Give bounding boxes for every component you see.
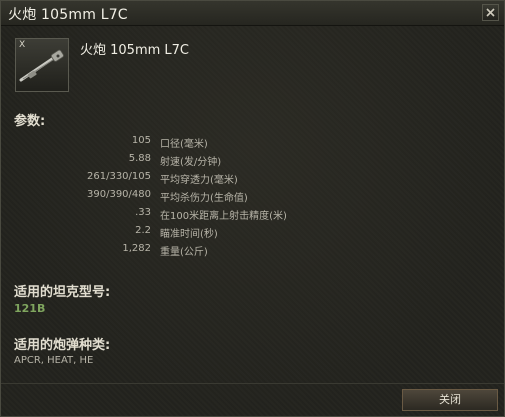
close-window-button[interactable] (482, 4, 499, 21)
window-title: 火炮 105mm L7C (8, 7, 128, 23)
param-value: 2.2 (135, 225, 151, 236)
module-icon-box: X (15, 38, 69, 92)
param-name: 重量(公斤) (160, 247, 208, 258)
param-row: 1,282 重量(公斤) (1, 241, 505, 259)
compatible-ammo-list: APCR, HEAT, HE (14, 355, 94, 366)
compatible-ammo-heading: 适用的炮弹种类: (14, 338, 111, 353)
param-name: 口径(毫米) (160, 139, 208, 150)
title-bar[interactable]: 火炮 105mm L7C (1, 1, 504, 26)
param-value: 5.88 (128, 153, 151, 164)
param-name: 平均杀伤力(生命值) (160, 193, 248, 204)
compatible-tanks-heading: 适用的坦克型号: (14, 285, 111, 300)
close-button[interactable]: 关闭 (402, 389, 498, 411)
module-name: 火炮 105mm L7C (80, 43, 189, 58)
param-name: 在100米距离上射击精度(米) (160, 211, 287, 222)
footer-bar: 关闭 (1, 383, 504, 417)
module-info-window: 火炮 105mm L7C X 火炮 105mm L7C 参数: 105 口径(毫… (0, 0, 505, 417)
param-value: 105 (131, 135, 151, 146)
params-heading: 参数: (14, 114, 46, 129)
gun-icon (19, 49, 64, 82)
param-row: 2.2 瞄准时间(秒) (1, 223, 505, 241)
compatible-tank-link[interactable]: 121B (14, 302, 45, 315)
param-name: 射速(发/分钟) (160, 157, 222, 168)
param-value: 261/330/105 (87, 171, 151, 182)
param-name: 瞄准时间(秒) (160, 229, 218, 240)
param-row: 105 口径(毫米) (1, 133, 505, 151)
param-row: 5.88 射速(发/分钟) (1, 151, 505, 169)
param-row: 261/330/105 平均穿透力(毫米) (1, 169, 505, 187)
param-row: .33 在100米距离上射击精度(米) (1, 205, 505, 223)
params-list: 105 口径(毫米) 5.88 射速(发/分钟) 261/330/105 平均穿… (1, 133, 505, 259)
param-name: 平均穿透力(毫米) (160, 175, 238, 186)
param-value: 390/390/480 (87, 189, 151, 200)
param-value: 1,282 (122, 243, 151, 254)
close-icon (486, 8, 495, 17)
param-row: 390/390/480 平均杀伤力(生命值) (1, 187, 505, 205)
param-value: .33 (135, 207, 151, 218)
